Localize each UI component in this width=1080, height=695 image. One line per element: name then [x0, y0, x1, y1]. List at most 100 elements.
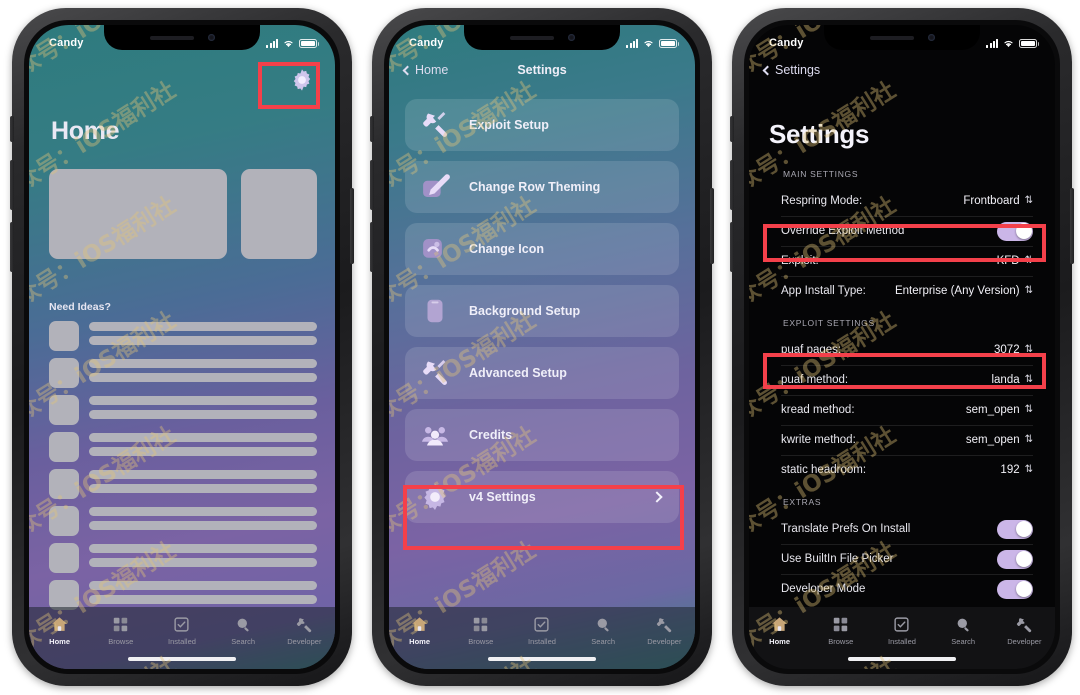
- skeleton-list-item[interactable]: [49, 580, 317, 610]
- stepper-updown-icon[interactable]: ⇅: [1025, 286, 1033, 296]
- stepper-updown-icon[interactable]: ⇅: [1025, 405, 1033, 415]
- skeleton-text-lines: [89, 358, 317, 382]
- power-button[interactable]: [710, 188, 714, 264]
- toggle-switch[interactable]: [997, 519, 1033, 539]
- skeleton-list-item[interactable]: [49, 469, 317, 499]
- grid-icon: [112, 615, 129, 634]
- stepper-updown-icon[interactable]: ⇅: [1025, 256, 1033, 266]
- power-button[interactable]: [350, 188, 354, 264]
- skeleton-list-item[interactable]: [49, 395, 317, 425]
- volume-up-button[interactable]: [10, 160, 14, 210]
- settings-menu-item-change-icon[interactable]: Change Icon: [405, 223, 679, 275]
- setting-value-group[interactable]: sem_open ⇅: [966, 434, 1033, 446]
- setting-value-group[interactable]: landa ⇅: [991, 374, 1033, 386]
- tab-developer[interactable]: Developer: [996, 615, 1052, 646]
- back-button[interactable]: Settings: [762, 63, 821, 77]
- tab-label: Browse: [468, 637, 494, 646]
- skeleton-line: [89, 595, 317, 604]
- tab-search[interactable]: Search: [935, 615, 991, 646]
- settings-gear-button[interactable]: [289, 67, 315, 93]
- tab-search[interactable]: Search: [215, 615, 271, 646]
- tab-developer[interactable]: Developer: [636, 615, 692, 646]
- tab-installed[interactable]: Installed: [514, 615, 570, 646]
- skeleton-list-item[interactable]: [49, 432, 317, 462]
- phone-bezel: Candy Home Need Ideas? Home Browse Insta…: [24, 20, 340, 674]
- stepper-updown-icon[interactable]: ⇅: [1025, 345, 1033, 355]
- home-indicator[interactable]: [848, 657, 956, 661]
- phone-bezel: Candy Home Settings Exploit Setup Change…: [384, 20, 700, 674]
- setting-value-group[interactable]: Enterprise (Any Version) ⇅: [895, 285, 1033, 298]
- tab-label: Browse: [108, 637, 134, 646]
- tab-installed[interactable]: Installed: [154, 615, 210, 646]
- skeleton-list-item[interactable]: [49, 358, 317, 388]
- silent-switch[interactable]: [730, 116, 734, 142]
- silent-switch[interactable]: [10, 116, 14, 142]
- silent-switch[interactable]: [370, 116, 374, 142]
- setting-row-app-install-type[interactable]: App Install Type: Enterprise (Any Version…: [781, 276, 1033, 306]
- setting-row-developer-mode[interactable]: Developer Mode: [781, 574, 1033, 604]
- volume-down-button[interactable]: [10, 222, 14, 272]
- tab-label: Home: [49, 637, 71, 646]
- featured-card-large[interactable]: [49, 169, 227, 259]
- setting-row-static-headroom[interactable]: static headroom: 192 ⇅: [781, 455, 1033, 485]
- app-name-label: Candy: [49, 37, 84, 49]
- setting-row-kread-method[interactable]: kread method: sem_open ⇅: [781, 395, 1033, 425]
- toggle-switch[interactable]: [997, 549, 1033, 569]
- tab-installed[interactable]: Installed: [874, 615, 930, 646]
- setting-row-kwrite-method[interactable]: kwrite method: sem_open ⇅: [781, 425, 1033, 455]
- tab-label: Installed: [888, 637, 916, 646]
- skeleton-list-item[interactable]: [49, 543, 317, 573]
- section-header: EXPLOIT SETTINGS: [783, 318, 875, 328]
- stepper-updown-icon[interactable]: ⇅: [1025, 465, 1033, 475]
- setting-row-translate-prefs-on-install[interactable]: Translate Prefs On Install: [781, 514, 1033, 544]
- volume-up-button[interactable]: [730, 160, 734, 210]
- setting-value-group[interactable]: 3072 ⇅: [994, 344, 1033, 356]
- setting-value-group[interactable]: 192 ⇅: [1000, 464, 1033, 476]
- volume-up-button[interactable]: [370, 160, 374, 210]
- tab-home[interactable]: Home: [752, 615, 808, 646]
- volume-down-button[interactable]: [370, 222, 374, 272]
- setting-row-exploit[interactable]: Exploit: KFD ⇅: [781, 246, 1033, 276]
- tab-browse[interactable]: Browse: [453, 615, 509, 646]
- tab-home[interactable]: Home: [32, 615, 88, 646]
- setting-value-group[interactable]: KFD ⇅: [997, 255, 1033, 267]
- volume-down-button[interactable]: [730, 222, 734, 272]
- settings-menu-item-background-setup[interactable]: Background Setup: [405, 285, 679, 337]
- featured-card-small[interactable]: [241, 169, 317, 259]
- skeleton-thumbnail: [49, 543, 79, 573]
- back-button[interactable]: Home: [402, 63, 448, 77]
- toggle-switch[interactable]: [997, 221, 1033, 241]
- back-button-label: Settings: [775, 63, 821, 77]
- tab-browse[interactable]: Browse: [813, 615, 869, 646]
- notch: [464, 25, 620, 50]
- tab-browse[interactable]: Browse: [93, 615, 149, 646]
- home-indicator[interactable]: [488, 657, 596, 661]
- stepper-updown-icon[interactable]: ⇅: [1025, 435, 1033, 445]
- settings-menu-item-exploit-setup[interactable]: Exploit Setup: [405, 99, 679, 151]
- setting-value-group[interactable]: sem_open ⇅: [966, 404, 1033, 416]
- skeleton-thumbnail: [49, 358, 79, 388]
- tab-label: Search: [231, 637, 256, 646]
- settings-menu-item-credits[interactable]: Credits: [405, 409, 679, 461]
- power-button[interactable]: [1070, 188, 1074, 264]
- setting-row-puaf-pages[interactable]: puaf pages: 3072 ⇅: [781, 335, 1033, 365]
- toggle-switch[interactable]: [997, 579, 1033, 599]
- skeleton-list-item[interactable]: [49, 506, 317, 536]
- setting-row-override-exploit-method[interactable]: Override Exploit Method: [781, 216, 1033, 246]
- settings-menu-item-advanced-setup[interactable]: Advanced Setup: [405, 347, 679, 399]
- setting-row-puaf-method[interactable]: puaf method: landa ⇅: [781, 365, 1033, 395]
- gear-icon: [419, 481, 451, 513]
- status-icons: [266, 38, 319, 48]
- settings-menu-item-change-row-theming[interactable]: Change Row Theming: [405, 161, 679, 213]
- tab-developer[interactable]: Developer: [276, 615, 332, 646]
- skeleton-list-item[interactable]: [49, 321, 317, 351]
- setting-row-use-builtin-file-picker[interactable]: Use BuiltIn File Picker: [781, 544, 1033, 574]
- stepper-updown-icon[interactable]: ⇅: [1025, 196, 1033, 206]
- tab-search[interactable]: Search: [575, 615, 631, 646]
- setting-value-group[interactable]: Frontboard ⇅: [963, 195, 1033, 207]
- stepper-updown-icon[interactable]: ⇅: [1025, 375, 1033, 385]
- home-indicator[interactable]: [128, 657, 236, 661]
- settings-menu-item-v4-settings[interactable]: v4 Settings: [405, 471, 679, 523]
- tab-home[interactable]: Home: [392, 615, 448, 646]
- setting-row-respring-mode[interactable]: Respring Mode: Frontboard ⇅: [781, 186, 1033, 216]
